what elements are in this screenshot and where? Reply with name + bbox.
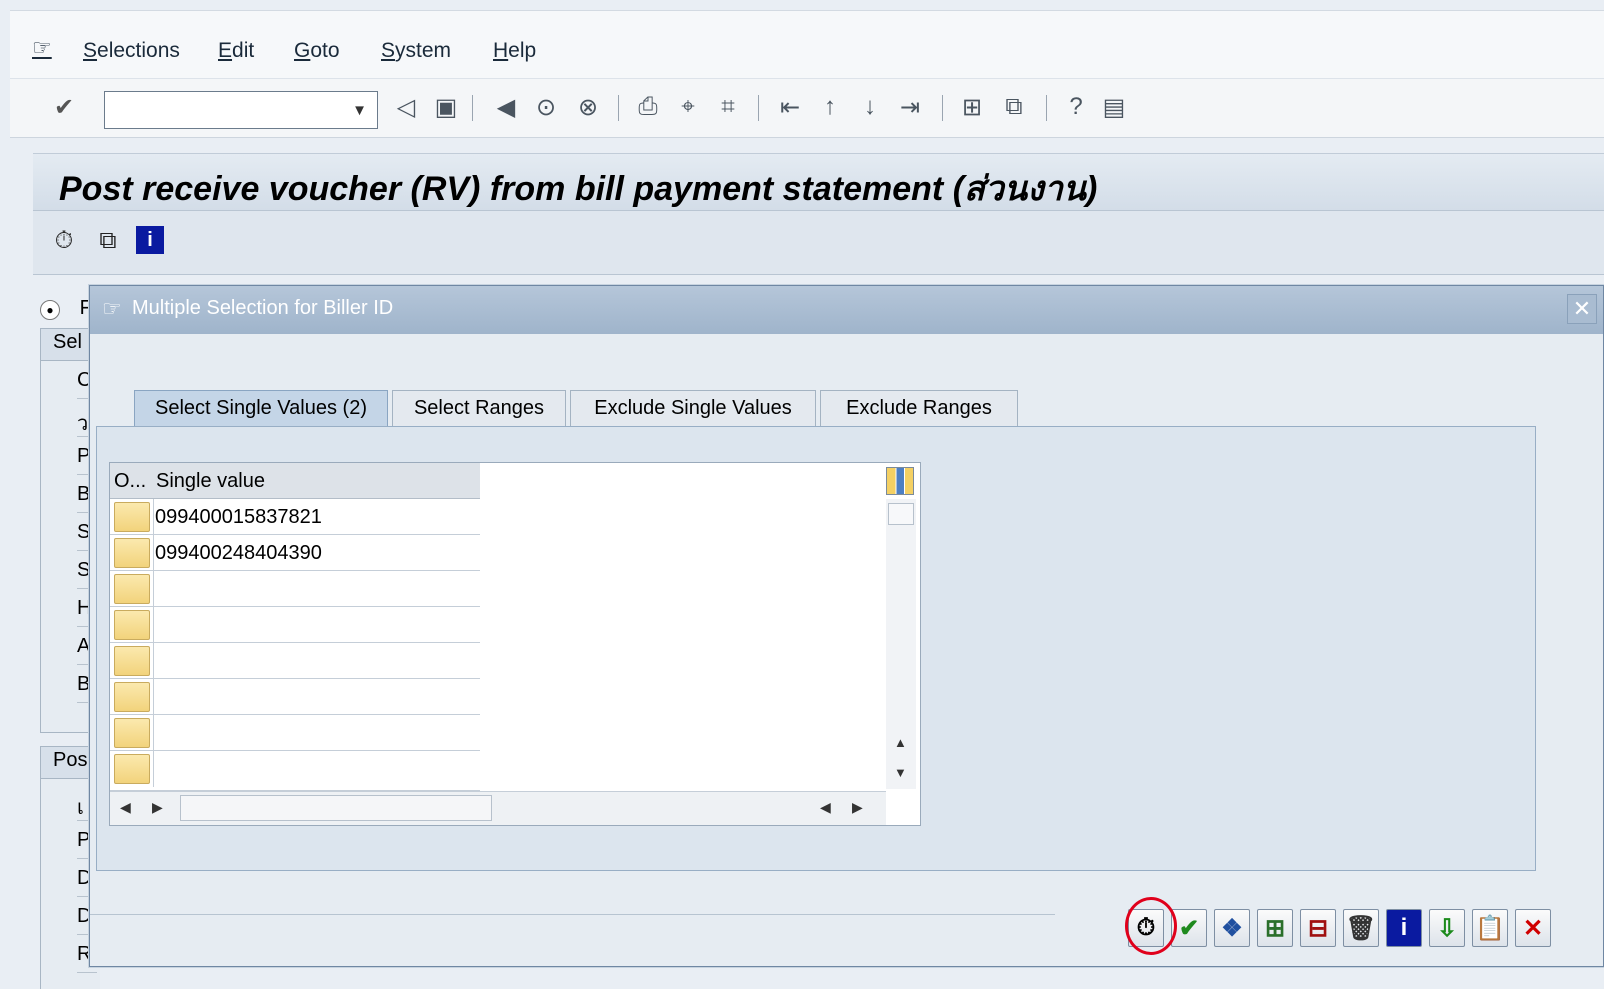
layout-menu-icon[interactable]: ▤: [1100, 93, 1128, 121]
row-selector-button[interactable]: [114, 502, 150, 532]
previous-page-icon[interactable]: ↑: [816, 93, 844, 121]
scroll-down-icon[interactable]: ▼: [894, 765, 907, 780]
table-row: [110, 571, 480, 607]
table-row: 099400248404390: [110, 535, 480, 571]
chevron-down-icon[interactable]: ▼: [352, 102, 367, 119]
table-row: 099400015837821: [110, 499, 480, 535]
scrollbar-thumb[interactable]: [180, 795, 492, 821]
page-title: Post receive voucher (RV) from bill paym…: [59, 170, 1098, 208]
row-selector-button[interactable]: [114, 574, 150, 604]
execute-icon[interactable]: ⏱: [49, 226, 79, 256]
row-selector-button[interactable]: [114, 754, 150, 784]
column-header-single-value[interactable]: Single value: [156, 470, 265, 493]
scroll-left-icon[interactable]: ◀: [120, 799, 131, 816]
vertical-scrollbar[interactable]: ▲ ▼: [886, 499, 916, 789]
back-green-icon[interactable]: ◀: [492, 93, 520, 121]
cancel-button[interactable]: ✕: [1515, 909, 1551, 947]
insert-line-button[interactable]: ⊞: [1257, 909, 1293, 947]
table-row: [110, 607, 480, 643]
highlight-circle: [1125, 897, 1177, 955]
info-icon[interactable]: i: [136, 226, 164, 254]
table-header: O... Single value: [110, 463, 480, 499]
single-value-cell[interactable]: [153, 751, 480, 787]
title-bar: Post receive voucher (RV) from bill paym…: [33, 153, 1604, 211]
help-icon[interactable]: ?: [1062, 93, 1090, 121]
row-selector-button[interactable]: [114, 718, 150, 748]
command-field[interactable]: ▼: [104, 91, 378, 129]
single-value-cell[interactable]: [153, 679, 480, 715]
single-value-cell[interactable]: [153, 607, 480, 643]
row-selector-button[interactable]: [114, 538, 150, 568]
menu-goto[interactable]: Goto: [294, 39, 340, 63]
application-toolbar: ⏱ ⧉ i: [33, 211, 1604, 275]
back-icon[interactable]: ◁: [392, 93, 420, 121]
menu-help[interactable]: Help: [493, 39, 536, 63]
dialog-title-bar[interactable]: ☞ Multiple Selection for Biller ID ✕: [90, 286, 1603, 334]
new-session-icon[interactable]: ⊞: [958, 93, 986, 121]
next-page-icon[interactable]: ↓: [856, 93, 884, 121]
single-value-cell[interactable]: [153, 715, 480, 751]
tab-exclude-single-values[interactable]: Exclude Single Values: [570, 390, 816, 426]
last-page-icon[interactable]: ⇥: [896, 93, 924, 121]
find-next-icon[interactable]: ⌗: [714, 93, 742, 121]
menu-selections[interactable]: Selections: [83, 39, 180, 63]
single-values-table: O... Single value 099400015837821 099400…: [109, 462, 921, 826]
column-layout-icon[interactable]: [886, 467, 914, 495]
scroll-right-icon[interactable]: ▶: [852, 799, 863, 816]
find-icon[interactable]: ⌖: [674, 93, 702, 121]
row-selector-button[interactable]: [114, 610, 150, 640]
first-page-icon[interactable]: ⇤: [776, 93, 804, 121]
delete-all-button[interactable]: 🗑: [1343, 909, 1379, 947]
tab-panel: O... Single value 099400015837821 099400…: [96, 426, 1536, 871]
tab-exclude-ranges[interactable]: Exclude Ranges: [820, 390, 1018, 426]
scroll-left-icon[interactable]: ◀: [820, 799, 831, 816]
toolbar-separator: [942, 95, 943, 121]
print-icon[interactable]: ⎙: [634, 93, 662, 121]
multiple-selection-button[interactable]: ❖: [1214, 909, 1250, 947]
scrollbar-thumb[interactable]: [888, 503, 914, 525]
single-value-cell[interactable]: 099400015837821: [153, 499, 480, 535]
dialog-button-bar: ⏱ ✔ ❖ ⊞ ⊟ 🗑 i ⇩ 📋 ✕: [1128, 904, 1598, 968]
table-row: [110, 751, 480, 791]
scroll-right-icon[interactable]: ▶: [152, 799, 163, 816]
toolbar-separator: [758, 95, 759, 121]
scroll-up-icon[interactable]: ▲: [894, 735, 907, 750]
row-selector-button[interactable]: [114, 682, 150, 712]
row-selector-button[interactable]: [114, 646, 150, 676]
menu-system[interactable]: System: [381, 39, 451, 63]
single-value-cell[interactable]: 099400248404390: [153, 535, 480, 571]
radio-button[interactable]: ● F: [40, 297, 92, 320]
toolbar-separator: [472, 95, 473, 121]
table-row: [110, 715, 480, 751]
single-value-cell[interactable]: [153, 643, 480, 679]
help-button[interactable]: i: [1386, 909, 1422, 947]
close-button[interactable]: ✕: [1567, 294, 1597, 324]
tab-select-ranges[interactable]: Select Ranges: [392, 390, 566, 426]
table-row: [110, 679, 480, 715]
enter-icon[interactable]: ✔: [50, 93, 78, 121]
delete-line-button[interactable]: ⊟: [1300, 909, 1336, 947]
upload-clipboard-button[interactable]: 📋: [1472, 909, 1508, 947]
toolbar-separator: [1046, 95, 1047, 121]
copy-variant-icon[interactable]: ⧉: [93, 226, 123, 256]
menu-entry-icon[interactable]: ☞: [32, 35, 52, 61]
dialog-menu-icon[interactable]: ☞: [102, 296, 122, 322]
menu-bar: ☞ Selections Edit Goto System Help: [10, 10, 1604, 78]
import-text-button[interactable]: ⇩: [1429, 909, 1465, 947]
horizontal-scrollbar[interactable]: ◀ ▶ ◀ ▶: [110, 791, 886, 825]
divider: [90, 914, 1055, 915]
dialog-title: Multiple Selection for Biller ID: [132, 297, 394, 319]
table-row: [110, 643, 480, 679]
shortcut-icon[interactable]: ⧉: [1000, 93, 1028, 121]
column-header-option[interactable]: O...: [114, 470, 146, 493]
exit-icon[interactable]: ⊙: [532, 93, 560, 121]
toolbar-separator: [618, 95, 619, 121]
single-value-cell[interactable]: [153, 571, 480, 607]
save-icon[interactable]: ▣: [432, 93, 460, 121]
menu-edit[interactable]: Edit: [218, 39, 254, 63]
multiple-selection-dialog: ☞ Multiple Selection for Biller ID ✕ Sel…: [89, 285, 1604, 967]
standard-toolbar: ✔ ▼ ◁ ▣ ◀ ⊙ ⊗ ⎙ ⌖ ⌗ ⇤ ↑ ↓ ⇥ ⊞ ⧉ ? ▤: [10, 78, 1604, 138]
tab-select-single-values[interactable]: Select Single Values (2): [134, 390, 388, 428]
cancel-icon[interactable]: ⊗: [574, 93, 602, 121]
